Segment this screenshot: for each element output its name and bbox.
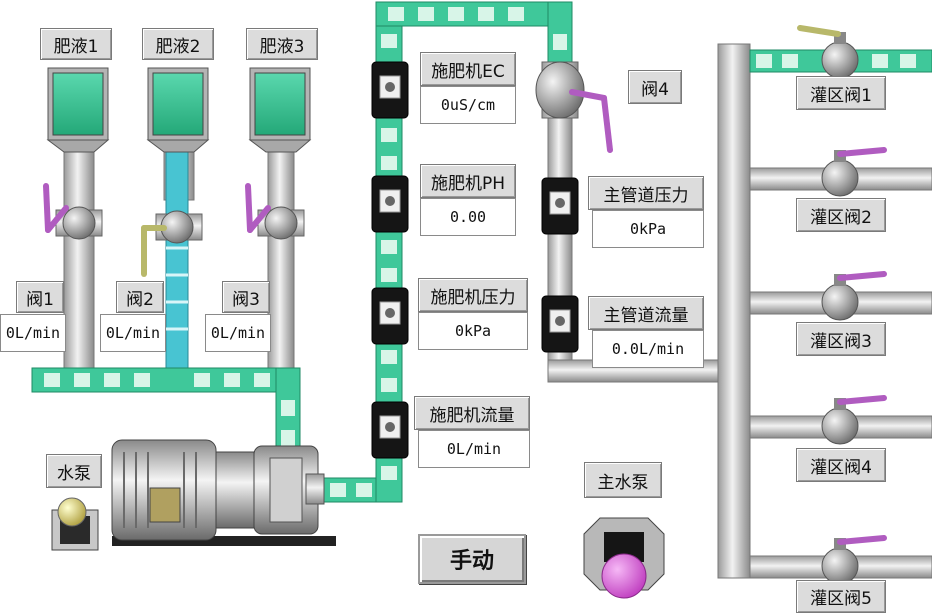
zone-valve-5-label: 灌区阀5 [796, 580, 886, 613]
fertilizer-flow-label: 施肥机流量 [414, 396, 530, 430]
valve-3-flow: 0L/min [205, 314, 271, 352]
tank3-pipe [267, 139, 295, 369]
main-pressure-value: 0kPa [592, 210, 704, 248]
manual-mode-button[interactable]: 手动 [418, 534, 526, 584]
tank2-dosing-pipe [165, 149, 189, 369]
tank-2 [146, 67, 210, 153]
valve-1-label: 阀1 [16, 281, 64, 313]
valve-2-label: 阀2 [116, 281, 164, 313]
zone-valve-2-label: 灌区阀2 [796, 198, 886, 232]
fertilizer-flow-value: 0L/min [418, 430, 530, 468]
tank-1 [46, 67, 110, 153]
tank-2-label: 肥液2 [142, 28, 214, 60]
tank-3 [248, 67, 312, 153]
ec-value: 0uS/cm [420, 86, 516, 124]
ph-label: 施肥机PH [420, 164, 516, 198]
valve-4-label: 阀4 [628, 70, 682, 104]
ph-value: 0.00 [420, 198, 516, 236]
ec-label: 施肥机EC [420, 52, 516, 86]
valve-1-flow: 0L/min [0, 314, 66, 352]
fertilizer-flow-sensor [371, 401, 409, 459]
zone-valve-4-label: 灌区阀4 [796, 448, 886, 482]
zone-valve-1-label: 灌区阀1 [796, 76, 886, 110]
fertilizer-pressure-value: 0kPa [418, 312, 528, 350]
main-pressure-sensor [541, 177, 579, 235]
tank1-pipe [63, 139, 95, 371]
main-pump-label: 主水泵 [584, 462, 662, 498]
water-pump-motor [111, 439, 336, 546]
ph-sensor [371, 175, 409, 233]
main-pump-switch[interactable] [583, 517, 665, 599]
valve-4[interactable] [535, 61, 613, 153]
main-flow-sensor [541, 295, 579, 353]
ec-sensor [371, 61, 409, 119]
water-pump-switch[interactable] [51, 497, 99, 551]
tank-3-label: 肥液3 [246, 28, 318, 60]
water-pump-label: 水泵 [46, 454, 102, 488]
tank-1-label: 肥液1 [40, 28, 112, 60]
fertilizer-pressure-label: 施肥机压力 [418, 278, 528, 312]
main-flow-value: 0.0L/min [592, 330, 704, 368]
valve-2-flow: 0L/min [100, 314, 166, 352]
main-pressure-label: 主管道压力 [588, 176, 704, 210]
valve-3-label: 阀3 [222, 281, 270, 313]
zone-valve-3-label: 灌区阀3 [796, 322, 886, 356]
main-flow-label: 主管道流量 [588, 296, 704, 330]
fertilizer-pressure-sensor [371, 287, 409, 345]
